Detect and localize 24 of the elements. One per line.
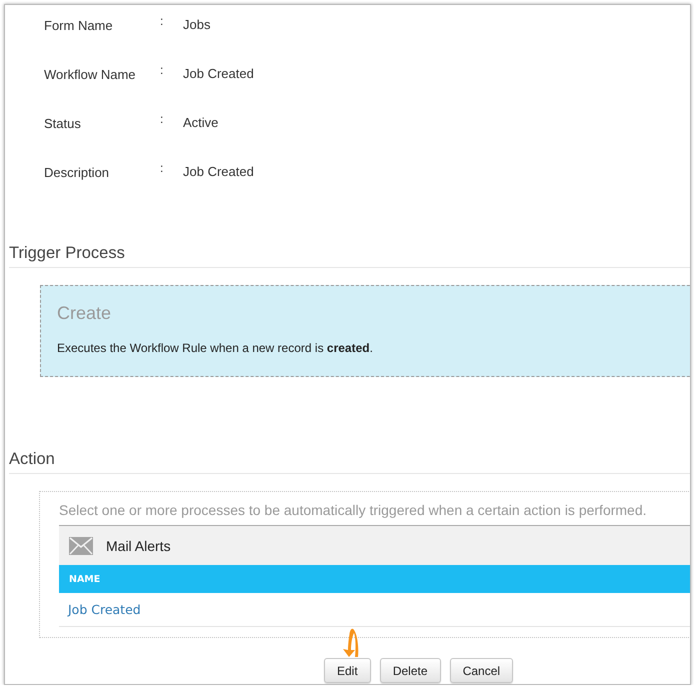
action-button[interactable]: Edit	[324, 658, 371, 683]
section-heading: Trigger Process	[9, 243, 125, 263]
field-value: Job Created	[183, 163, 254, 181]
colon-separator: :	[160, 15, 164, 27]
section-heading: Action	[9, 449, 55, 469]
field-label: Description	[44, 164, 110, 182]
envelope-icon	[69, 536, 93, 554]
field-value: Jobs	[183, 16, 210, 34]
card-title: Create	[57, 302, 112, 324]
field-label: Status	[44, 115, 82, 133]
colon-separator: :	[160, 64, 164, 76]
field-label: Form Name	[44, 17, 114, 35]
field-value: Active	[183, 114, 218, 132]
column-header: NAME	[69, 574, 100, 584]
colon-separator: :	[160, 162, 164, 174]
rule-link[interactable]: Job Created	[68, 602, 141, 617]
field-label: Workflow Name	[44, 66, 137, 84]
card-description: Executes the Workflow Rule when a new record is created.	[57, 340, 373, 356]
hint-text: Select one or more processes to be automatically triggered when a certain action is performed.	[59, 501, 647, 520]
group-title: Mail Alerts	[106, 538, 171, 554]
field-value: Job Created	[183, 65, 254, 83]
action-button[interactable]: Delete	[380, 658, 441, 683]
action-button[interactable]: Cancel	[450, 658, 514, 683]
colon-separator: :	[160, 113, 164, 125]
